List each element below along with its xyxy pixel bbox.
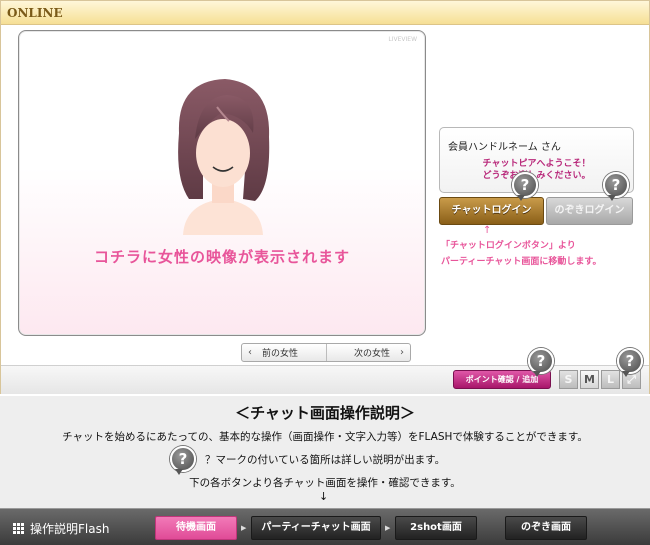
chat-login-note-line-2: パーティーチャット画面に移動します。 xyxy=(441,257,602,267)
arrow-up-icon: ↑ xyxy=(483,225,492,236)
next-woman-button[interactable]: 次の女性 › xyxy=(327,344,411,361)
online-window: ONLINE LIVEVIEW コチラに女性の映像が表示されます ‹ 前の女性 … xyxy=(0,0,650,394)
nav-party-chat-screen[interactable]: パーティーチャット画面 xyxy=(251,516,381,540)
nav-peek-screen[interactable]: のぞき画面 xyxy=(505,516,587,540)
grid-icon xyxy=(13,523,24,534)
peek-login-button[interactable]: のぞきログイン xyxy=(546,197,633,225)
description-area: ＜チャット画面操作説明＞ チャットを始めるにあたっての、基本的な操作（画面操作・… xyxy=(0,396,650,508)
description-line-1: チャットを始めるにあたっての、基本的な操作（画面操作・文字入力等）をFLASHで… xyxy=(62,431,588,443)
nav-separator-arrow-icon: ▶ xyxy=(241,524,247,532)
chat-login-button[interactable]: チャットログイン xyxy=(439,197,544,225)
size-s-button[interactable]: S xyxy=(559,370,578,389)
window-title: ONLINE xyxy=(7,6,63,20)
nav-separator-arrow-icon: ▶ xyxy=(385,524,391,532)
description-line-2: ？マークの付いている箇所は詳しい説明が出ます。 xyxy=(205,454,446,466)
size-m-button[interactable]: M xyxy=(580,370,599,389)
size-l-button[interactable]: L xyxy=(601,370,620,389)
panel-corner-label: LIVEVIEW xyxy=(388,36,417,43)
nav-2shot-screen[interactable]: 2shot画面 xyxy=(395,516,477,540)
chat-login-help-icon[interactable]: ? xyxy=(512,172,538,201)
points-help-icon[interactable]: ? xyxy=(528,348,554,377)
description-title: ＜チャット画面操作説明＞ xyxy=(235,404,415,422)
arrow-down-icon: ↓ xyxy=(319,490,329,503)
question-mark-icon: ? xyxy=(170,446,196,475)
nav-title-label: 操作説明Flash xyxy=(30,522,110,536)
next-woman-label: 次の女性 xyxy=(353,349,390,359)
chevron-right-icon: › xyxy=(400,347,404,358)
welcome-line-1: チャットピアへようこそ！ xyxy=(482,159,591,169)
nav-standby-screen[interactable]: 待機画面 xyxy=(155,516,237,540)
bottom-nav: 操作説明Flash 待機画面 ▶ パーティーチャット画面 ▶ 2shot画面 の… xyxy=(0,508,650,545)
profile-pager: ‹ 前の女性 次の女性 › xyxy=(241,343,411,362)
control-bar xyxy=(1,365,649,394)
size-help-icon[interactable]: ? xyxy=(617,348,643,377)
peek-login-help-icon[interactable]: ? xyxy=(603,172,629,201)
nav-title: 操作説明Flash xyxy=(13,520,109,537)
chat-login-note-line-1: 「チャットログインボタン」より xyxy=(441,241,576,251)
prev-woman-label: 前の女性 xyxy=(262,349,299,359)
chevron-left-icon: ‹ xyxy=(248,347,252,358)
description-line-3: 下の各ボタンより各チャット画面を操作・確認できます。 xyxy=(189,477,461,489)
chat-login-note: 「チャットログインボタン」より パーティーチャット画面に移動します。 xyxy=(441,238,601,270)
window-header: ONLINE xyxy=(1,1,649,25)
member-handle-name: 会員ハンドルネーム さん xyxy=(448,142,561,153)
video-panel: LIVEVIEW コチラに女性の映像が表示されます xyxy=(18,30,426,336)
prev-woman-button[interactable]: ‹ 前の女性 xyxy=(242,344,327,361)
video-placeholder-caption: コチラに女性の映像が表示されます xyxy=(93,248,350,266)
female-avatar-illustration xyxy=(178,79,270,235)
